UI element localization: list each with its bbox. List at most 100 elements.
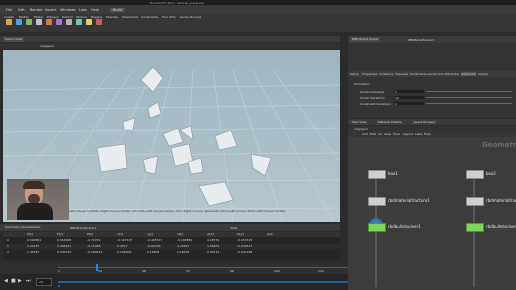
- col-header[interactable]: P[z]: [87, 232, 93, 236]
- solver-iterations-field[interactable]: 10: [394, 96, 424, 100]
- col-header[interactable]: w[x]: [207, 232, 214, 236]
- params-node-name[interactable]: RBDBulletSolver1: [408, 38, 434, 42]
- timeline-tick: 144: [318, 269, 324, 273]
- row-index: 0: [7, 238, 9, 242]
- param-tab-visualize[interactable]: Visualize: [395, 72, 408, 76]
- params-section-title[interactable]: Simulation: [354, 82, 370, 86]
- menu-edit[interactable]: Edit: [18, 8, 25, 12]
- global-substeps-slider[interactable]: [426, 91, 512, 92]
- network-menu-edit[interactable]: Edit: [370, 132, 376, 136]
- viewport-node-path[interactable]: /obj/geo1: [40, 44, 54, 48]
- param-tab-output[interactable]: Output: [478, 72, 488, 76]
- network-editor[interactable]: Geometry box1 rbdmaterialfracture1 rbdbu…: [348, 137, 516, 290]
- jump-end-icon[interactable]: ⏭: [26, 278, 31, 284]
- table-row[interactable]: 0 0.594801 0.544608 -0.71074 -0.107437 -…: [3, 238, 340, 243]
- cell: 1.22187: [27, 244, 40, 248]
- cell: -0.941265: [237, 250, 253, 254]
- tab-geometry-spreadsheet[interactable]: Geometry Spreadsheet: [3, 225, 42, 230]
- menu-windows[interactable]: Windows: [60, 8, 76, 12]
- menu-file[interactable]: File: [6, 8, 12, 12]
- geometry-spreadsheet[interactable]: P[x] P[y] P[z] v[x] v[y] v[z] w[x] w[y] …: [3, 232, 340, 260]
- menu-assets[interactable]: Assets: [45, 8, 56, 12]
- node-rbdbulletsolver1[interactable]: [368, 223, 386, 232]
- line-tool-icon[interactable]: [66, 19, 72, 25]
- param-tab-properties[interactable]: Properties: [362, 72, 377, 76]
- global-substeps-field[interactable]: 1: [394, 90, 424, 94]
- node-box1[interactable]: [368, 170, 386, 179]
- circle-tool-icon[interactable]: [76, 19, 82, 25]
- menu-labs[interactable]: Labs: [79, 8, 87, 12]
- col-header[interactable]: v[z]: [177, 232, 183, 236]
- network-menu-go[interactable]: Go: [378, 132, 382, 136]
- tab-tree-view[interactable]: Tree View: [350, 119, 369, 125]
- null-tool-icon[interactable]: [56, 19, 62, 25]
- node-rbdmaterialfracture2[interactable]: [466, 197, 484, 206]
- table-row[interactable]: 1 1.22187 0.495611 -0.71966 0.4017 -0.60…: [3, 244, 340, 249]
- shelf-tab-muscles[interactable]: Muscles: [106, 15, 118, 19]
- cell: -0.931674: [237, 238, 253, 242]
- param-tab-guide[interactable]: Guide: [428, 72, 437, 76]
- network-menu-add[interactable]: Add: [362, 132, 368, 136]
- param-tab-constraints[interactable]: Constraints: [410, 72, 427, 76]
- presenter-webcam: [7, 179, 69, 220]
- curve-tool-icon[interactable]: [86, 19, 92, 25]
- font-tool-icon[interactable]: [96, 19, 102, 25]
- constraint-iterations-slider[interactable]: [426, 103, 512, 104]
- table-row[interactable]: 2 1.42587 0.530794 -0.560411 0.168004 0.…: [3, 250, 340, 255]
- param-tab-setup[interactable]: Setup: [350, 72, 359, 76]
- current-frame-field[interactable]: 24: [36, 278, 52, 286]
- menu-render[interactable]: Render: [30, 8, 42, 12]
- tab-asset-browser[interactable]: Asset Browser: [412, 119, 438, 125]
- play-icon[interactable]: ▶: [18, 278, 22, 284]
- solver-iterations-slider[interactable]: [426, 97, 512, 98]
- workspace-selector[interactable]: Build: [110, 8, 125, 12]
- sphere-tool-icon[interactable]: [16, 19, 22, 25]
- cell: 0.495611: [57, 244, 72, 248]
- col-header[interactable]: P[y]: [57, 232, 63, 236]
- stop-icon[interactable]: ■: [11, 278, 16, 284]
- spreadsheet-node-name[interactable]: RBDBulletSolver1: [70, 226, 96, 230]
- node-rbdmaterialfracture1[interactable]: [368, 197, 386, 206]
- col-header[interactable]: w[z]: [267, 232, 273, 236]
- network-menu-tools[interactable]: Tools: [393, 132, 400, 136]
- fracture-piece: [250, 153, 272, 177]
- param-tab-collisions[interactable]: Collisions: [379, 72, 393, 76]
- col-header[interactable]: w[y]: [237, 232, 244, 236]
- shelf-tab-guide-process[interactable]: Guide Process: [180, 15, 201, 19]
- shelf-tab-hair-utils[interactable]: Hair Utils: [162, 15, 176, 19]
- network-path[interactable]: /obj/geo1: [354, 127, 368, 131]
- network-menu-help[interactable]: Help: [424, 132, 431, 136]
- node-label: box2: [486, 171, 496, 176]
- param-tab-advanced[interactable]: Advanced: [461, 72, 476, 76]
- menu-help[interactable]: Help: [91, 8, 99, 12]
- cell: -0.495517: [147, 238, 163, 242]
- range-start[interactable]: 1: [58, 284, 60, 288]
- cell: 0.544608: [57, 238, 72, 242]
- cell: 4.25847: [177, 244, 190, 248]
- col-header[interactable]: P[x]: [27, 232, 33, 236]
- tab-scene-view[interactable]: Scene View: [3, 36, 25, 42]
- cell: -0.107437: [117, 238, 133, 242]
- spreadsheet-view-label[interactable]: View: [230, 226, 237, 230]
- constraint-iterations-field[interactable]: 1: [394, 102, 424, 106]
- param-label: Solver Iterations: [360, 96, 385, 100]
- params-pane-tab[interactable]: RBD Bullet Solver: [350, 37, 381, 42]
- box-tool-icon[interactable]: [6, 19, 12, 25]
- play-reverse-icon[interactable]: ◀: [4, 278, 8, 284]
- node-box2[interactable]: [466, 170, 484, 179]
- network-menu-labs[interactable]: Labs: [415, 132, 422, 136]
- grid-tool-icon[interactable]: [46, 19, 52, 25]
- tab-material-palette[interactable]: Material Palette: [376, 119, 404, 125]
- network-menu-layout[interactable]: Layout: [403, 132, 413, 136]
- network-menu-view[interactable]: View: [384, 132, 391, 136]
- cell: -0.190881: [177, 238, 193, 242]
- tube-tool-icon[interactable]: [26, 19, 32, 25]
- shelf-tab-characters[interactable]: Characters: [122, 15, 138, 19]
- node-label: rbdbulletsolver2: [486, 224, 516, 229]
- param-tab-sim-attributes[interactable]: Sim Attributes: [438, 72, 459, 76]
- torus-tool-icon[interactable]: [36, 19, 42, 25]
- node-rbdbulletsolver2[interactable]: [466, 223, 484, 232]
- shelf-tab-constraints[interactable]: Constraints: [141, 15, 158, 19]
- col-header[interactable]: v[y]: [147, 232, 153, 236]
- col-header[interactable]: v[x]: [117, 232, 123, 236]
